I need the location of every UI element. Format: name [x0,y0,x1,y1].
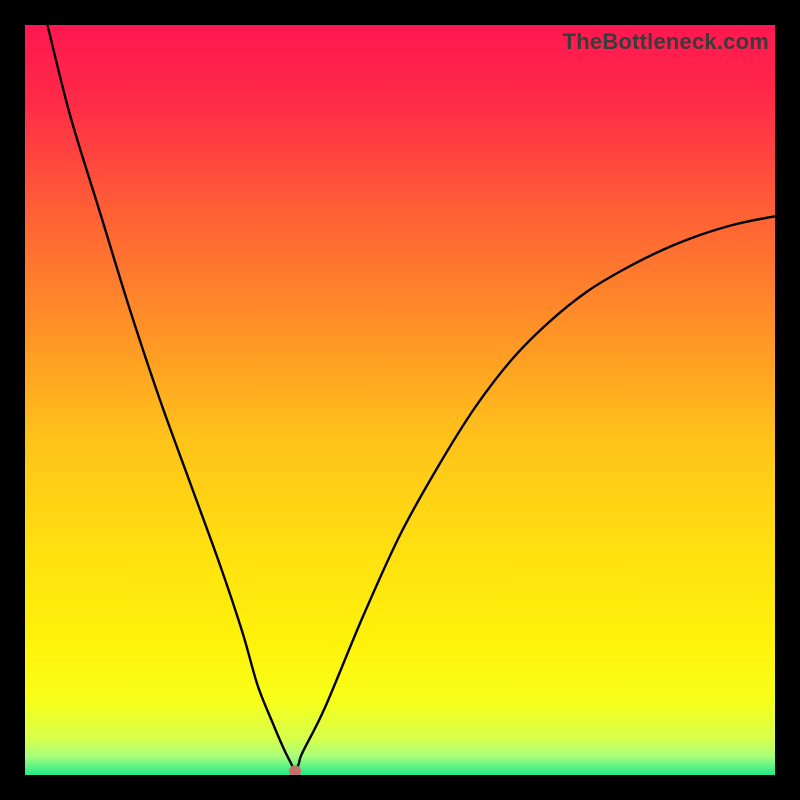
chart-svg [25,25,775,775]
gradient-background [25,25,775,775]
chart-frame: TheBottleneck.com [25,25,775,775]
watermark-text: TheBottleneck.com [563,29,769,55]
